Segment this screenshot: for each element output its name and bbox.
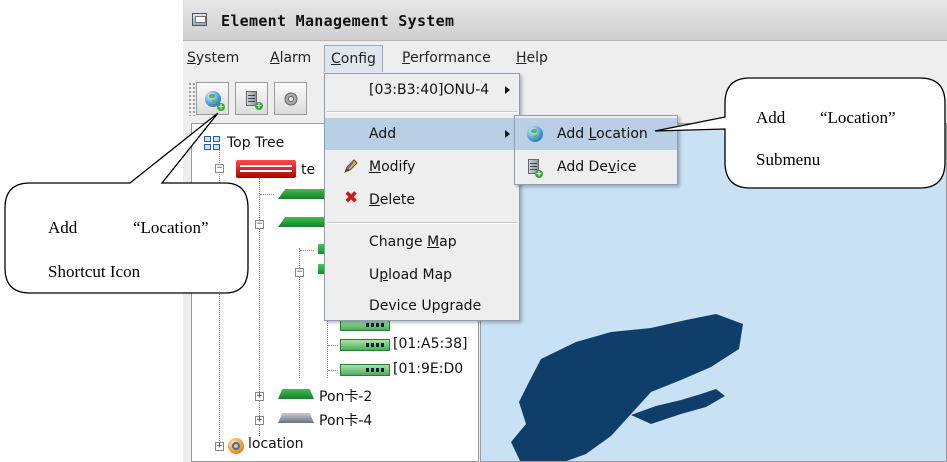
- submenu-callout-line2: Submenu: [756, 150, 821, 169]
- shortcut-callout-line2: Shortcut Icon: [48, 262, 141, 281]
- submenu-callout-word-add: Add: [756, 108, 786, 127]
- shortcut-callout-word-add: Add: [48, 218, 78, 237]
- submenu-callout-bubble: [654, 77, 946, 189]
- shortcut-callout-word-location: “Location”: [133, 218, 209, 237]
- submenu-callout-word-location: “Location”: [820, 108, 896, 127]
